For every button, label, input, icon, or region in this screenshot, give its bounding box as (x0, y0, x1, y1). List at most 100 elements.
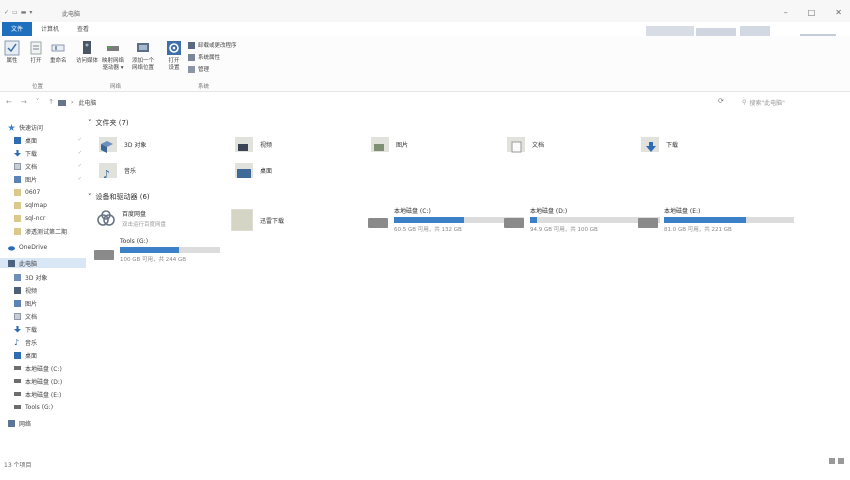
folder-pictures[interactable]: 图片 (370, 134, 408, 154)
nav-music[interactable]: ♪ 音乐 (14, 337, 86, 347)
nav-videos[interactable]: 视频 (14, 285, 86, 295)
large-icons-view-icon[interactable] (838, 458, 844, 464)
minimize-icon[interactable]: – (784, 8, 788, 17)
folder-label: 图片 (396, 141, 409, 149)
nav-downloads-2[interactable]: 下载 (14, 324, 86, 334)
properties-button[interactable]: 属性 (4, 40, 20, 65)
devices-section-header[interactable]: ˅ 设备和驱动器 (6) (88, 192, 150, 202)
details-view-icon[interactable] (829, 458, 835, 464)
nav-desktop[interactable]: 桌面 ✓ (14, 135, 86, 145)
tab-view[interactable]: 查看 (68, 22, 98, 36)
drive-e[interactable]: 本地磁盘 (E:) 81.0 GB 可用，共 221 GB (638, 206, 794, 233)
nav-drive-e[interactable]: 本地磁盘 (E:) (14, 389, 86, 399)
uninstall-program-button[interactable]: 卸载或更改程序 (188, 41, 237, 49)
folder-documents[interactable]: 文档 (506, 134, 544, 154)
device-baidu-netdisk[interactable]: 百度网盘 双击运行百度网盘 (96, 208, 166, 228)
nav-quick-access[interactable]: 快速访问 (8, 122, 86, 132)
nav-label: 此电脑 (19, 260, 38, 268)
nav-this-pc[interactable]: 此电脑 (0, 258, 86, 268)
tab-file[interactable]: 文件 (2, 22, 33, 36)
nav-pictures[interactable]: 图片 ✓ (14, 174, 86, 184)
nav-desktop-2[interactable]: 桌面 (14, 350, 86, 360)
nav-drive-g[interactable]: Tools (G:) (14, 402, 86, 412)
folders-header-label: 文件夹 (7) (95, 119, 129, 127)
drive-icon (14, 392, 21, 396)
cube-folder-icon (99, 137, 117, 153)
search-placeholder: 搜索"此电脑" (749, 99, 785, 107)
up-icon[interactable]: ↑ (48, 98, 54, 106)
music-icon: ♪ (14, 337, 20, 347)
breadcrumb-this-pc[interactable]: 此电脑 (78, 98, 96, 107)
nav-documents[interactable]: 文档 ✓ (14, 161, 86, 171)
folder-videos[interactable]: 视频 (234, 134, 272, 154)
rename-button[interactable]: 重命名 (50, 40, 67, 65)
nav-pictures-2[interactable]: 图片 (14, 298, 86, 308)
drive-g[interactable]: Tools (G:) 100 GB 可用，共 244 GB (94, 238, 220, 263)
folder-label: 3D 对象 (124, 141, 147, 149)
back-icon[interactable]: ← (6, 98, 12, 106)
nav-folder-sql-ncr[interactable]: sql-ncr (14, 213, 86, 223)
collapse-chevron-icon[interactable]: ˅ (88, 193, 92, 201)
picture-icon (14, 299, 21, 307)
xunlei-folder-icon (231, 209, 253, 231)
collapse-chevron-icon[interactable]: ˅ (88, 119, 92, 127)
pin-icon[interactable]: ✓ (78, 137, 82, 143)
open-settings-button[interactable]: 打开 设置 (166, 40, 182, 72)
manage-button[interactable]: 管理 (188, 65, 209, 73)
nav-folder-sqlmap[interactable]: sqlmap (14, 200, 86, 210)
nav-downloads[interactable]: 下载 ✓ (14, 148, 86, 158)
drive-d[interactable]: 本地磁盘 (D:) 94.9 GB 可用，共 100 GB (504, 206, 660, 233)
folder-label: 文档 (532, 141, 545, 149)
add-network-location-button[interactable]: 添加一个 网络位置 (132, 40, 154, 72)
close-icon[interactable]: ✕ (835, 8, 842, 17)
map-network-drive-button[interactable]: 映射网络 驱动器 ▾ (102, 40, 124, 72)
nav-drive-d[interactable]: 本地磁盘 (D:) (14, 376, 86, 386)
qa-dropdown-icon[interactable]: ▾ (29, 9, 32, 16)
refresh-icon[interactable]: ⟳ (718, 97, 724, 105)
nav-folder-0607[interactable]: 0607 (14, 187, 86, 197)
media-server-icon (83, 41, 91, 54)
nav-onedrive[interactable]: OneDrive (8, 242, 86, 252)
breadcrumb[interactable]: › 此电脑 (58, 98, 96, 107)
pin-icon[interactable]: ✓ (78, 176, 82, 182)
device-xunlei-download[interactable]: 迅雷下载 (230, 208, 284, 232)
folder-3d-objects[interactable]: 3D 对象 (98, 134, 146, 154)
qa-check-icon[interactable]: ✓ (4, 9, 9, 16)
nav-folder-pentest[interactable]: 渗透测试第二期 (14, 226, 86, 236)
folder-downloads[interactable]: 下载 (640, 134, 678, 154)
video-folder-icon (235, 137, 253, 152)
qa-properties-icon[interactable]: ▭ (12, 9, 18, 16)
pin-icon[interactable]: ✓ (78, 150, 82, 156)
drive-label: 本地磁盘 (E:) (664, 208, 701, 215)
nav-label: 网络 (19, 420, 32, 428)
folder-desktop[interactable]: 桌面 (234, 160, 272, 180)
rename-label: 重命名 (50, 58, 67, 64)
nav-label: 3D 对象 (25, 274, 48, 282)
nav-network[interactable]: 网络 (8, 418, 86, 428)
qa-newfolder-icon[interactable]: ▬ (21, 9, 27, 16)
music-folder-icon: ♪ (99, 163, 117, 180)
maximize-icon[interactable]: □ (808, 8, 816, 17)
search-input[interactable]: ⚲ 搜索"此电脑" (742, 96, 842, 108)
properties-label: 属性 (6, 58, 18, 64)
folders-section-header[interactable]: ˅ 文件夹 (7) (88, 118, 129, 128)
nav-label: sql-ncr (25, 214, 46, 222)
folder-music[interactable]: ♪ 音乐 (98, 160, 136, 180)
recent-dropdown-icon[interactable]: ˅ (36, 98, 40, 106)
access-media-button[interactable]: 访问媒体 (76, 40, 98, 65)
tab-computer[interactable]: 计算机 (32, 22, 68, 36)
drive-icon (14, 366, 21, 370)
system-properties-button[interactable]: 系统属性 (188, 53, 220, 61)
picture-folder-icon (371, 137, 389, 152)
nav-label: 本地磁盘 (E:) (25, 391, 62, 399)
drive-c[interactable]: 本地磁盘 (C:) 60.5 GB 可用，共 132 GB (368, 206, 524, 233)
open-button[interactable]: 打开 (28, 40, 44, 65)
forward-icon[interactable]: → (21, 98, 27, 106)
nav-documents-2[interactable]: 文档 (14, 311, 86, 321)
drive-usage-fill (394, 217, 465, 223)
search-icon: ⚲ (742, 98, 747, 106)
network-location-icon (137, 43, 149, 52)
nav-3d-objects[interactable]: 3D 对象 (14, 272, 86, 282)
pin-icon[interactable]: ✓ (78, 163, 82, 169)
nav-drive-c[interactable]: 本地磁盘 (C:) (14, 363, 86, 373)
